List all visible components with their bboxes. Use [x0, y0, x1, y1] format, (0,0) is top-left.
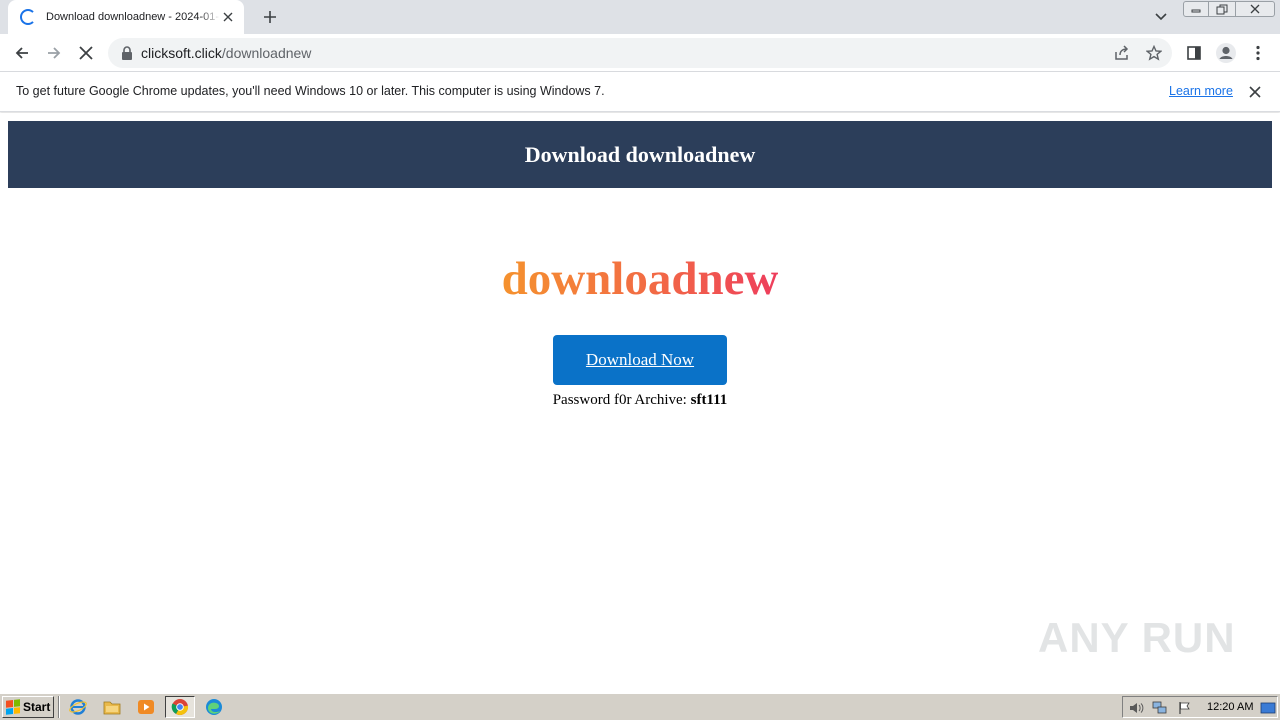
chevron-down-icon: [1155, 13, 1167, 21]
folder-icon: [103, 701, 121, 715]
show-desktop-icon: [1260, 702, 1276, 714]
share-button[interactable]: [1112, 43, 1132, 63]
url-text: clicksoft.click/downloadnew: [141, 45, 311, 61]
close-icon: [223, 12, 233, 22]
system-tray: 12:20 AM: [1122, 696, 1278, 718]
action-center-flag-icon: [1179, 702, 1190, 714]
side-panel-icon: [1187, 46, 1201, 60]
new-tab-button[interactable]: [258, 6, 282, 28]
internet-explorer-icon: [69, 699, 87, 715]
watermark-text: ANY RUN: [1038, 614, 1236, 661]
plus-icon: [264, 11, 276, 23]
password-label: Password f0r Archive:: [552, 392, 691, 408]
forward-arrow-icon: [48, 47, 61, 59]
bookmark-button[interactable]: [1144, 43, 1164, 63]
profile-button[interactable]: [1213, 40, 1239, 66]
loading-spinner-icon: [20, 9, 36, 25]
taskbar-file-explorer[interactable]: [97, 696, 127, 718]
page-title: Download downloadnew: [524, 141, 756, 167]
url-path: /downloadnew: [221, 45, 312, 61]
profile-icon: [1216, 43, 1236, 63]
stop-loading-button[interactable]: [73, 40, 99, 66]
taskbar-media-player[interactable]: [131, 696, 161, 718]
web-page: Download downloadnew downloadnew Downloa…: [0, 113, 1280, 692]
address-bar[interactable]: clicksoft.click/downloadnew: [108, 38, 1172, 68]
app-name-text: downloadnew: [501, 253, 779, 305]
taskbar-chrome[interactable]: [165, 696, 195, 718]
network-button[interactable]: [1152, 700, 1168, 716]
taskbar-internet-explorer[interactable]: [63, 696, 93, 718]
kebab-menu-icon: [1256, 45, 1260, 61]
infobar-close-button[interactable]: [1246, 83, 1264, 101]
star-icon: [1146, 45, 1162, 61]
window-minimize-button[interactable]: [1183, 1, 1209, 17]
download-now-button[interactable]: Download Now: [553, 335, 727, 385]
page-header-banner: Download downloadnew: [8, 121, 1272, 188]
window-restore-button[interactable]: [1209, 1, 1235, 17]
infobar-message: To get future Google Chrome updates, you…: [16, 84, 605, 98]
stop-loading-icon: [79, 46, 93, 60]
tab-title: Download downloadnew - 2024-01-16: [46, 11, 220, 23]
minimize-icon: [1191, 9, 1201, 13]
windows-taskbar: Start 12:20 AM: [0, 692, 1280, 720]
restore-icon: [1216, 4, 1228, 14]
media-player-icon: [138, 700, 154, 714]
side-panel-button[interactable]: [1181, 40, 1207, 66]
action-center-button[interactable]: [1176, 700, 1192, 716]
url-host: clicksoft.click: [141, 45, 222, 61]
archive-password-line: Password f0r Archive: sft111: [0, 392, 1280, 409]
chrome-menu-button[interactable]: [1245, 40, 1271, 66]
taskbar-edge[interactable]: [199, 696, 229, 718]
start-label: Start: [23, 700, 51, 714]
close-icon: [1250, 4, 1260, 14]
speaker-icon: [1130, 703, 1144, 713]
chrome-icon: [171, 699, 189, 715]
lock-icon[interactable]: [120, 45, 134, 61]
edge-icon: [206, 699, 222, 715]
close-icon: [1249, 86, 1261, 98]
browser-toolbar: clicksoft.click/downloadnew: [0, 34, 1280, 72]
tab-search-button[interactable]: [1151, 8, 1171, 26]
start-button[interactable]: Start: [2, 696, 54, 718]
back-arrow-icon: [15, 47, 28, 59]
tab-strip: Download downloadnew - 2024-01-16: [0, 0, 1280, 34]
share-icon: [1115, 45, 1129, 60]
browser-tab-active[interactable]: Download downloadnew - 2024-01-16: [8, 0, 244, 34]
update-infobar: To get future Google Chrome updates, you…: [0, 72, 1280, 112]
show-desktop-button[interactable]: [1260, 700, 1276, 716]
tab-close-button[interactable]: [220, 9, 236, 25]
window-close-button[interactable]: [1235, 1, 1275, 17]
learn-more-link[interactable]: Learn more: [1169, 84, 1233, 98]
taskbar-clock[interactable]: 12:20 AM: [1207, 701, 1253, 713]
anyrun-watermark: ANY RUN: [1038, 607, 1238, 669]
taskbar-separator: [58, 696, 60, 718]
password-value: sft111: [690, 392, 728, 408]
app-name-heading: downloadnew: [0, 251, 1280, 307]
back-button[interactable]: [9, 40, 35, 66]
windows-flag-icon: [6, 699, 20, 715]
forward-button[interactable]: [41, 40, 67, 66]
network-icon: [1152, 701, 1167, 714]
volume-button[interactable]: [1128, 700, 1144, 716]
